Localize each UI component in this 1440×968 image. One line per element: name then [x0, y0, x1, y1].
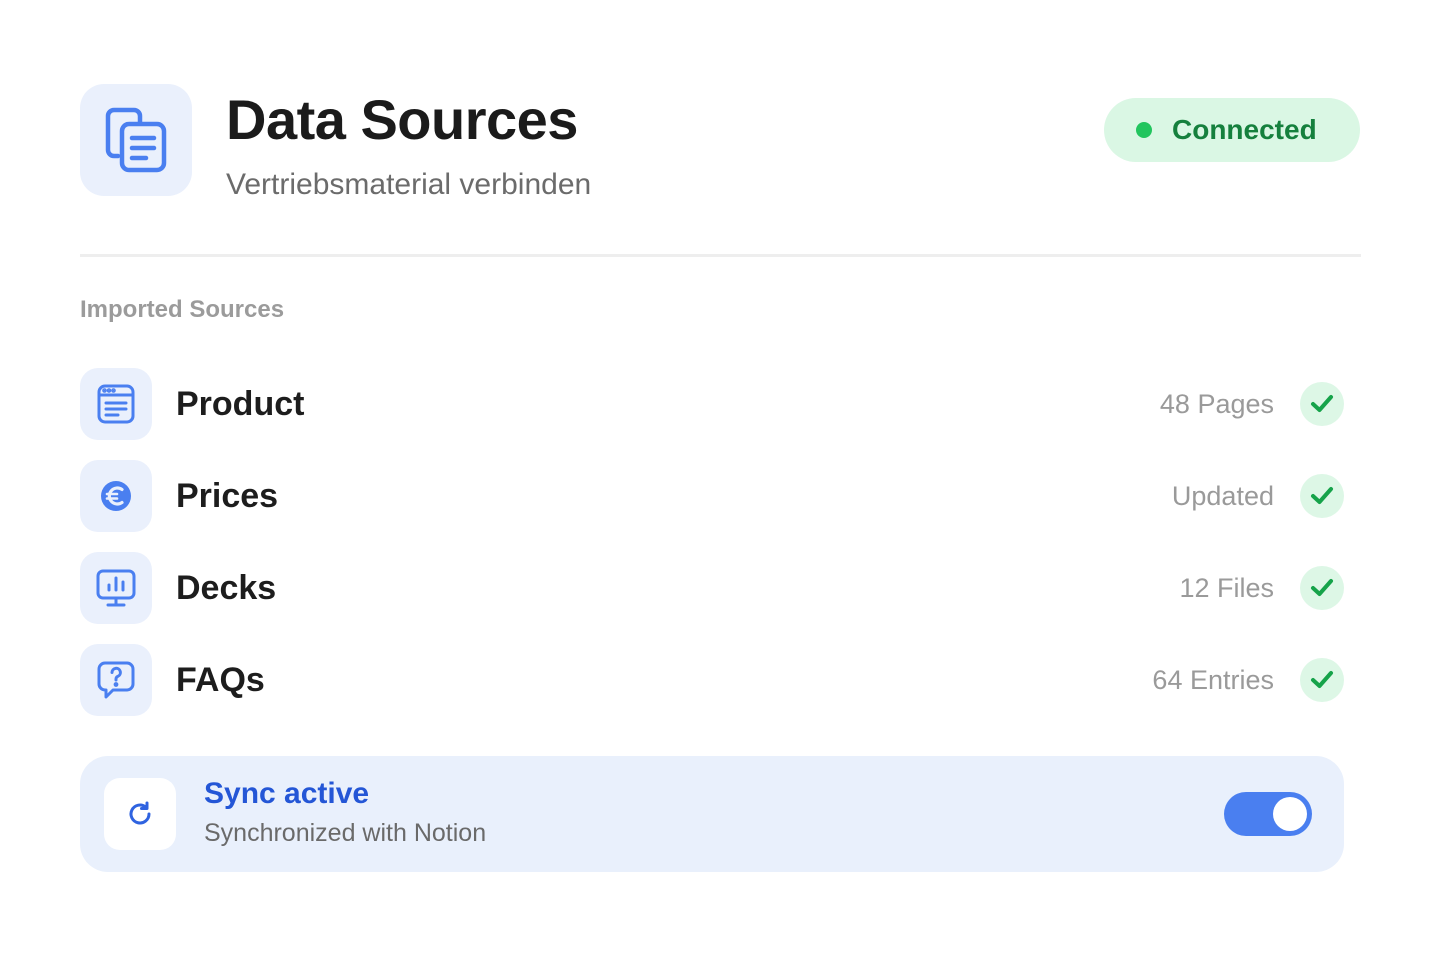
- source-icon-tile: [80, 460, 152, 532]
- source-name: Product: [176, 385, 305, 423]
- toggle-knob: [1273, 797, 1307, 831]
- header-icon-tile: [80, 84, 192, 196]
- header-divider: [80, 254, 1361, 257]
- source-meta: 12 Files: [1179, 573, 1274, 603]
- source-icon-tile: [80, 552, 152, 624]
- question-chat-icon: [96, 660, 136, 700]
- check-badge: [1300, 658, 1344, 702]
- source-row-prices[interactable]: Prices Updated: [80, 460, 1344, 532]
- check-badge: [1300, 566, 1344, 610]
- sync-panel: Sync active Synchronized with Notion: [80, 756, 1344, 872]
- status-label: Connected: [1172, 114, 1317, 145]
- check-icon: [1310, 486, 1334, 506]
- euro-icon: [99, 479, 133, 513]
- check-icon: [1310, 670, 1334, 690]
- source-icon-tile: [80, 368, 152, 440]
- sync-title: Sync active: [204, 777, 370, 810]
- check-badge: [1300, 382, 1344, 426]
- source-meta: 64 Entries: [1152, 665, 1274, 695]
- check-badge: [1300, 474, 1344, 518]
- source-name: Prices: [176, 477, 279, 515]
- presentation-chart-icon: [95, 568, 137, 608]
- browser-page-icon: [96, 383, 136, 425]
- page-subtitle: Vertriebsmaterial verbinden: [226, 168, 592, 201]
- refresh-icon: [126, 800, 154, 828]
- source-icon-tile: [80, 644, 152, 716]
- source-name: FAQs: [176, 661, 265, 699]
- source-row-decks[interactable]: Decks 12 Files: [80, 552, 1344, 624]
- check-icon: [1310, 578, 1334, 598]
- status-dot-icon: [1136, 122, 1152, 138]
- source-name: Decks: [176, 569, 277, 607]
- page-title: Data Sources: [226, 88, 578, 151]
- data-sources-card: Data Sources Vertriebsmaterial verbinden…: [0, 0, 1440, 968]
- documents-icon: [104, 106, 168, 174]
- section-label: Imported Sources: [80, 296, 285, 323]
- sync-toggle[interactable]: [1224, 792, 1312, 836]
- source-row-faqs[interactable]: FAQs 64 Entries: [80, 644, 1344, 716]
- sync-subtitle: Synchronized with Notion: [204, 819, 487, 847]
- sync-icon-tile: [104, 778, 176, 850]
- source-row-product[interactable]: Product 48 Pages: [80, 368, 1344, 440]
- source-meta: 48 Pages: [1159, 389, 1274, 419]
- status-badge: Connected: [1104, 98, 1360, 162]
- check-icon: [1310, 394, 1334, 414]
- source-meta: Updated: [1171, 481, 1274, 511]
